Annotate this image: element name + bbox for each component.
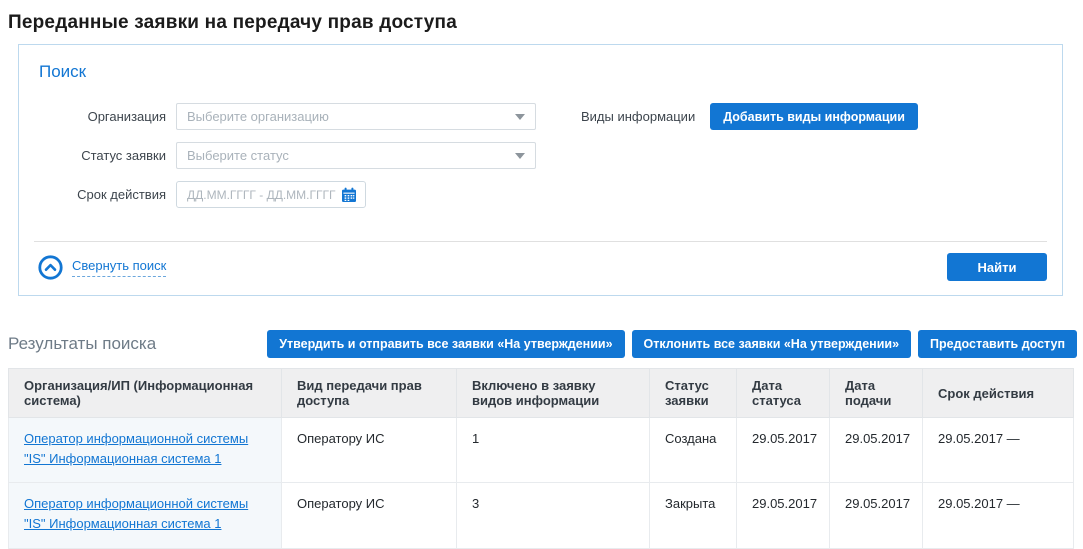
results-title: Результаты поиска — [8, 334, 267, 354]
status-date-cell: 29.05.2017 — [737, 418, 830, 483]
chevron-down-icon — [515, 153, 525, 159]
organization-select-placeholder: Выберите организацию — [187, 109, 329, 124]
info-types-count-cell: 1 — [457, 418, 650, 483]
page: Переданные заявки на передачу прав досту… — [0, 0, 1083, 549]
organization-select[interactable]: Выберите организацию — [176, 103, 536, 130]
organization-label: Организация — [39, 109, 166, 124]
validity-label: Срок действия — [39, 187, 166, 202]
status-select[interactable]: Выберите статус — [176, 142, 536, 169]
results-header: Результаты поиска Утвердить и отправить … — [8, 330, 1077, 358]
column-header: Включено в заявку видов информации — [457, 369, 650, 418]
grant-access-button[interactable]: Предоставить доступ — [918, 330, 1077, 358]
organization-cell: Оператор информационной системы "IS" Инф… — [9, 483, 282, 548]
submit-date-cell: 29.05.2017 — [830, 418, 923, 483]
add-info-types-button[interactable]: Добавить виды информации — [710, 103, 918, 130]
status-date-cell: 29.05.2017 — [737, 483, 830, 548]
calendar-icon[interactable] — [341, 187, 357, 203]
search-section-title: Поиск — [39, 62, 1042, 82]
column-header: Организация/ИП (Информационная система) — [9, 369, 282, 418]
find-button[interactable]: Найти — [947, 253, 1047, 281]
collapse-search-label: Свернуть поиск — [72, 258, 166, 277]
info-types-count-cell: 3 — [457, 483, 650, 548]
validity-cell: 29.05.2017 — — [923, 418, 1074, 483]
results-actions: Утвердить и отправить все заявки «На утв… — [267, 330, 1077, 358]
column-header: Дата подачи — [830, 369, 923, 418]
column-header: Вид передачи прав доступа — [282, 369, 457, 418]
table-row: Оператор информационной системы "IS" Инф… — [9, 483, 1074, 548]
status-cell: Создана — [650, 418, 737, 483]
validity-range-field — [176, 181, 366, 208]
column-header: Дата статуса — [737, 369, 830, 418]
table-row: Оператор информационной системы "IS" Инф… — [9, 418, 1074, 483]
info-types-label: Виды информации — [581, 109, 695, 124]
submit-date-cell: 29.05.2017 — [830, 483, 923, 548]
table-body: Оператор информационной системы "IS" Инф… — [9, 418, 1074, 549]
column-header: Срок действия — [923, 369, 1074, 418]
table-header-row: Организация/ИП (Информационная система)В… — [9, 369, 1074, 418]
validity-cell: 29.05.2017 — — [923, 483, 1074, 548]
approve-all-button[interactable]: Утвердить и отправить все заявки «На утв… — [267, 330, 624, 358]
status-select-placeholder: Выберите статус — [187, 148, 289, 163]
search-panel: Поиск Организация Выберите организацию С… — [18, 44, 1063, 296]
results-table: Организация/ИП (Информационная система)В… — [8, 368, 1074, 549]
chevron-up-circle-icon — [38, 255, 63, 280]
organization-link[interactable]: Оператор информационной системы "IS" Инф… — [24, 496, 248, 531]
status-cell: Закрыта — [650, 483, 737, 548]
chevron-down-icon — [515, 114, 525, 120]
organization-cell: Оператор информационной системы "IS" Инф… — [9, 418, 282, 483]
collapse-search-link[interactable]: Свернуть поиск — [38, 255, 166, 280]
reject-all-button[interactable]: Отклонить все заявки «На утверждении» — [632, 330, 912, 358]
page-title: Переданные заявки на передачу прав досту… — [8, 12, 1083, 34]
status-label: Статус заявки — [39, 148, 166, 163]
transfer-type-cell: Оператору ИС — [282, 418, 457, 483]
column-header: Статус заявки — [650, 369, 737, 418]
validity-range-input[interactable] — [185, 187, 341, 203]
organization-link[interactable]: Оператор информационной системы "IS" Инф… — [24, 431, 248, 466]
transfer-type-cell: Оператору ИС — [282, 483, 457, 548]
